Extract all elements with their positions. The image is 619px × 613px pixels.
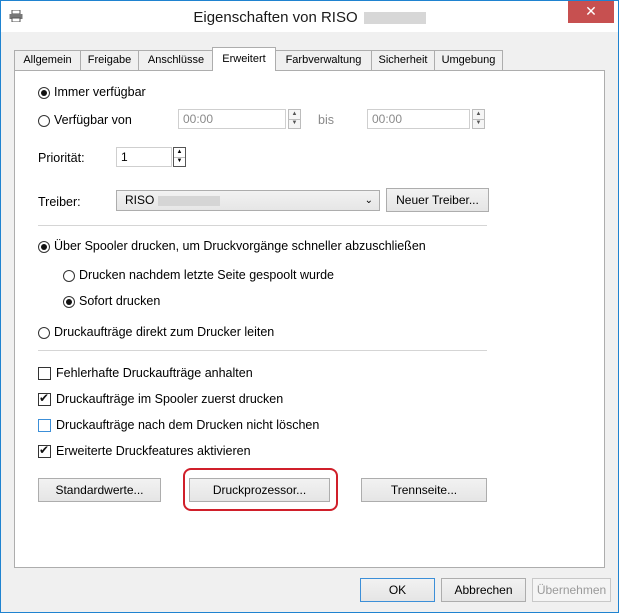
advanced-tab-panel: Immer verfügbar Verfügbar von 00:00 ▲ ▼ b… (14, 70, 605, 568)
print-immediately-radio[interactable] (63, 296, 75, 308)
tab-allgemein[interactable]: Allgemein (14, 50, 81, 70)
to-time-spinner[interactable]: ▲ ▼ (472, 109, 485, 129)
available-from-label: Verfügbar von (54, 113, 132, 127)
from-time-spinner[interactable]: ▲ ▼ (288, 109, 301, 129)
from-time-input[interactable]: 00:00 (178, 109, 286, 129)
apply-button[interactable]: Übernehmen (532, 578, 611, 602)
spin-down-icon[interactable]: ▼ (473, 119, 484, 128)
window-title-text: Eigenschaften von RISO (193, 9, 358, 26)
window-title: Eigenschaften von RISO (1, 9, 618, 26)
printer-properties-window: Eigenschaften von RISO ✕ Allgemein Freig… (0, 0, 619, 613)
cancel-button[interactable]: Abbrechen (441, 578, 526, 602)
available-from-radio[interactable] (38, 115, 50, 127)
always-available-label: Immer verfügbar (54, 85, 146, 99)
advanced-features-checkbox[interactable] (38, 443, 51, 458)
driver-label: Treiber: (38, 195, 81, 209)
spin-down-icon[interactable]: ▼ (174, 157, 185, 166)
driver-select[interactable]: RISO ⌄ (116, 190, 380, 211)
hold-mismatched-label: Fehlerhafte Druckaufträge anhalten (56, 366, 253, 380)
close-icon[interactable]: ✕ (585, 3, 597, 19)
spin-down-icon[interactable]: ▼ (289, 119, 300, 128)
priority-input[interactable]: 1 (116, 147, 172, 167)
redacted-driver-name (158, 195, 221, 206)
priority-label: Priorität: (38, 151, 85, 165)
chevron-down-icon[interactable]: ⌄ (365, 191, 373, 210)
tab-umgebung[interactable]: Umgebung (434, 50, 503, 70)
print-immediately-label: Sofort drucken (79, 294, 161, 308)
spooler-label: Über Spooler drucken, um Druckvorgänge s… (54, 239, 426, 253)
hold-mismatched-checkbox[interactable] (38, 367, 51, 380)
driver-select-value: RISO (125, 193, 155, 207)
direct-to-printer-radio[interactable] (38, 327, 50, 339)
divider (38, 350, 487, 351)
defaults-button[interactable]: Standardwerte... (38, 478, 161, 502)
new-driver-button[interactable]: Neuer Treiber... (386, 188, 489, 212)
ok-button[interactable]: OK (360, 578, 435, 602)
tab-farbverwaltung[interactable]: Farbverwaltung (275, 50, 372, 70)
advanced-features-label: Erweiterte Druckfeatures aktivieren (56, 444, 251, 458)
spooler-radio[interactable] (38, 241, 50, 253)
separator-page-button[interactable]: Trennseite... (361, 478, 487, 502)
divider (38, 225, 487, 226)
highlight-frame (183, 468, 338, 511)
keep-printed-label: Druckaufträge nach dem Drucken nicht lös… (56, 418, 320, 432)
spooled-first-label: Druckaufträge im Spooler zuerst drucken (56, 392, 284, 406)
print-after-last-page-label: Drucken nachdem letzte Seite gespoolt wu… (79, 268, 335, 282)
tab-sicherheit[interactable]: Sicherheit (371, 50, 435, 70)
redacted-name (363, 12, 426, 25)
tab-anschluesse[interactable]: Anschlüsse (138, 50, 214, 70)
to-label: bis (318, 113, 334, 127)
title-bar: Eigenschaften von RISO ✕ (1, 1, 618, 32)
always-available-radio[interactable] (38, 87, 50, 99)
keep-printed-checkbox[interactable] (38, 419, 51, 432)
print-after-last-page-radio[interactable] (63, 270, 75, 282)
tab-freigabe[interactable]: Freigabe (80, 50, 139, 70)
tab-erweitert[interactable]: Erweitert (212, 47, 276, 71)
direct-to-printer-label: Druckaufträge direkt zum Drucker leiten (54, 325, 275, 339)
to-time-input[interactable]: 00:00 (367, 109, 470, 129)
close-button[interactable]: ✕ (568, 1, 614, 23)
priority-spinner[interactable]: ▲ ▼ (173, 147, 186, 167)
spooled-first-checkbox[interactable] (38, 391, 51, 406)
